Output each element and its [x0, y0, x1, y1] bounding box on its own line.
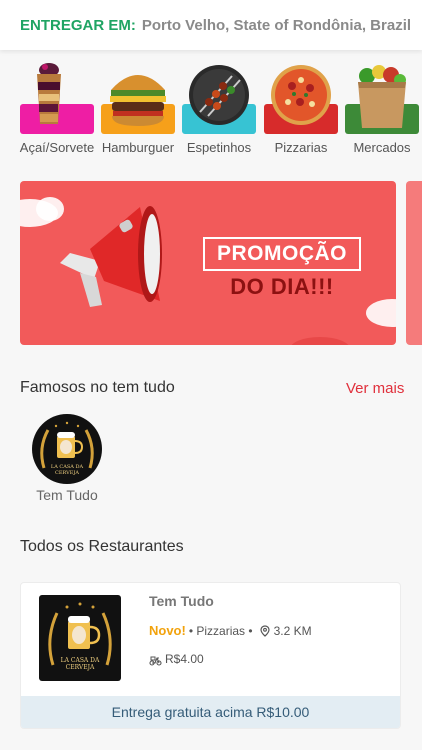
category-label: Pizzarias: [274, 140, 328, 155]
grocery-bag-icon: [345, 62, 419, 134]
category-hamburguer[interactable]: Hamburguer: [101, 60, 175, 160]
delivery-fee: R$4.00: [149, 652, 204, 666]
skewer-icon: [182, 62, 256, 134]
logo-text: LA CASA DA CERVEJA: [50, 464, 84, 476]
free-delivery-note: Entrega gratuita acima R$10.00: [21, 696, 400, 728]
category-mercados[interactable]: Mercados: [345, 60, 419, 160]
delivery-label: ENTREGAR EM:: [20, 16, 136, 34]
all-restaurants-title: Todos os Restaurantes: [20, 538, 184, 555]
new-badge: Novo!: [149, 623, 186, 638]
category-label: Mercados: [353, 140, 411, 155]
category-label: Açaí/Sorvete: [19, 140, 95, 155]
pizza-icon: [264, 62, 338, 134]
famous-restaurant-name[interactable]: Tem Tudo: [20, 487, 114, 503]
burger-icon: [101, 62, 175, 134]
restaurant-logo[interactable]: LA CASA DA CERVEJA: [32, 414, 102, 484]
restaurant-category: • Pizzarias •: [188, 623, 253, 638]
see-more-link[interactable]: Ver mais: [346, 380, 404, 397]
category-row: Açaí/Sorvete Hamburguer Espetinhos Pizza…: [0, 60, 422, 160]
logo-text: LA CASA DA CERVEJA: [60, 657, 100, 671]
delivery-scooter-icon: [149, 656, 162, 666]
category-label: Hamburguer: [101, 140, 175, 155]
promo-subtitle: DO DIA!!!: [230, 274, 334, 299]
location-pin-icon: [259, 624, 270, 637]
acai-cup-icon: [20, 62, 94, 134]
restaurant-logo: LA CASA DA CERVEJA: [39, 595, 121, 681]
promo-title: PROMOÇÃO: [203, 237, 361, 271]
delivery-address-bar[interactable]: ENTREGAR EM: Porto Velho, State of Rondô…: [0, 0, 422, 50]
promo-banner[interactable]: PROMOÇÃO DO DIA!!!: [20, 181, 396, 345]
category-acai[interactable]: Açaí/Sorvete: [20, 60, 94, 160]
category-espetinhos[interactable]: Espetinhos: [182, 60, 256, 160]
delivery-fee-value: R$4.00: [165, 652, 204, 666]
restaurant-distance: 3.2 KM: [273, 623, 312, 638]
restaurant-name: Tem Tudo: [149, 593, 214, 609]
category-label: Espetinhos: [186, 140, 252, 155]
promo-banner-next[interactable]: [406, 181, 422, 345]
category-pizzarias[interactable]: Pizzarias: [264, 60, 338, 160]
restaurant-card[interactable]: LA CASA DA CERVEJA Tem Tudo Novo! • Pizz…: [20, 582, 401, 729]
famous-section-title: Famosos no tem tudo: [20, 379, 175, 396]
delivery-location: Porto Velho, State of Rondônia, Brazil: [141, 16, 412, 34]
restaurant-meta: Novo! • Pizzarias • 3.2 KM: [149, 623, 312, 638]
